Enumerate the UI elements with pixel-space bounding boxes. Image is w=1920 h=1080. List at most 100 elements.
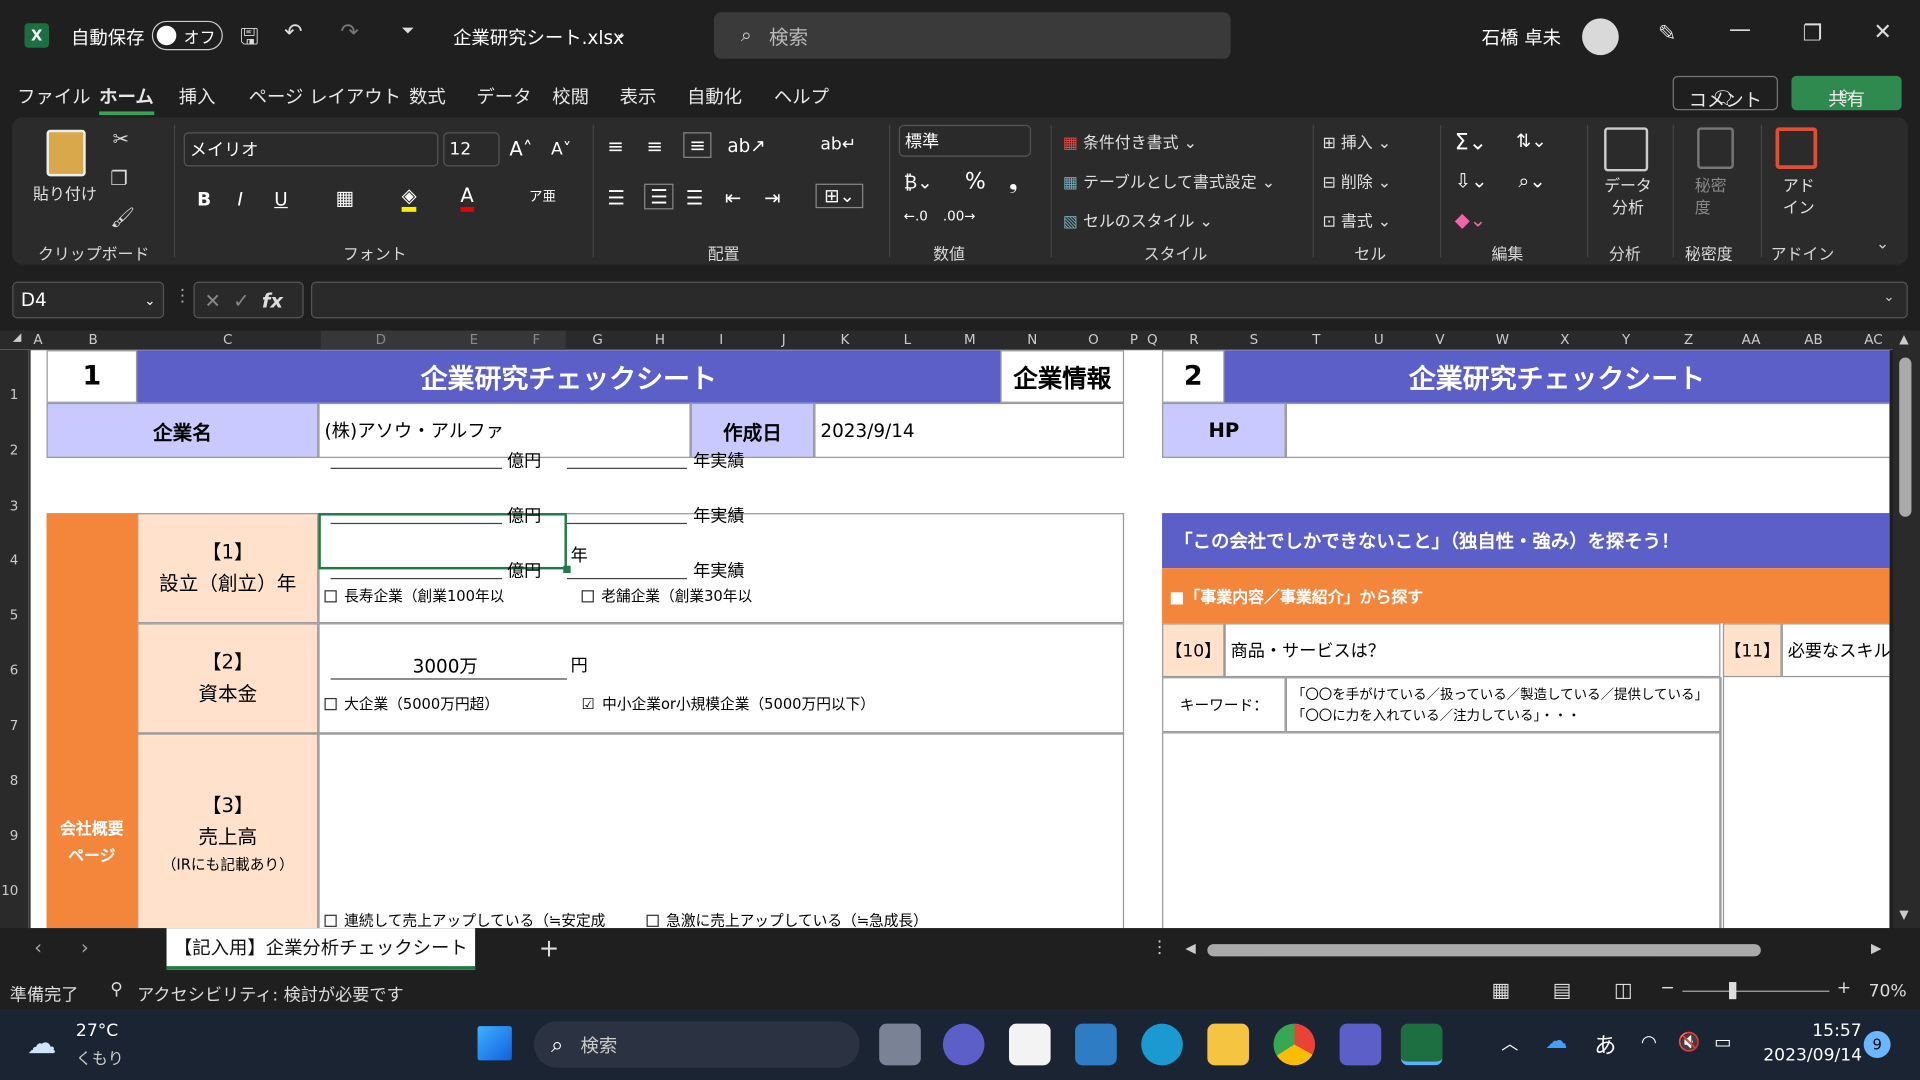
- align-right-icon[interactable]: ☰: [686, 186, 704, 209]
- q10-number[interactable]: 【10】: [1162, 623, 1225, 678]
- zoom-out-icon[interactable]: −: [1660, 978, 1674, 998]
- cancel-entry-icon[interactable]: ✕: [204, 288, 220, 311]
- prev-sheet-icon[interactable]: ‹: [34, 936, 42, 959]
- column-header[interactable]: AA: [1742, 332, 1761, 348]
- share-button[interactable]: ⇪ 共有 ⌄: [1791, 75, 1902, 111]
- accessibility-status[interactable]: アクセシビリティ: 検討が必要です: [137, 982, 404, 1006]
- row-header[interactable]: 7: [10, 718, 19, 734]
- addins-button[interactable]: アド イン: [1783, 176, 1815, 220]
- border-icon[interactable]: ▦: [336, 186, 355, 209]
- photos-icon[interactable]: [1075, 1023, 1117, 1066]
- indent-decrease-icon[interactable]: ⇤: [725, 186, 741, 209]
- store-icon[interactable]: [1008, 1023, 1051, 1066]
- column-header[interactable]: K: [840, 332, 849, 348]
- column-header[interactable]: X: [1560, 332, 1569, 348]
- row-header[interactable]: 3: [10, 498, 19, 514]
- format-table-button[interactable]: ▦ テーブルとして書式設定 ⌄: [1063, 169, 1275, 192]
- q10-question[interactable]: 商品・サービスは？: [1224, 623, 1721, 678]
- sheet-title-2[interactable]: 企業研究チェックシート: [1224, 350, 1890, 403]
- italic-icon[interactable]: I: [238, 189, 243, 211]
- chrome-icon[interactable]: [1273, 1023, 1316, 1066]
- autosave-toggle[interactable]: オフ: [151, 20, 223, 51]
- scroll-up-icon[interactable]: ▲: [1899, 333, 1908, 346]
- name-box[interactable]: D4 ⌄: [12, 281, 165, 319]
- old-company-option[interactable]: 老舗企業（創業30年以: [581, 585, 752, 606]
- battery-icon[interactable]: ▭: [1714, 1031, 1731, 1053]
- grow-font-icon[interactable]: A˄: [509, 137, 532, 160]
- underline-icon[interactable]: U: [274, 189, 287, 211]
- column-header[interactable]: M: [964, 332, 976, 348]
- column-header[interactable]: V: [1435, 332, 1444, 348]
- weather-icon[interactable]: ☁: [27, 1026, 56, 1060]
- sales-year-input[interactable]: [566, 577, 687, 580]
- fill-color-icon[interactable]: ◈: [401, 184, 417, 212]
- orientation-icon[interactable]: ab↗: [727, 135, 765, 157]
- sme-option[interactable]: ☑ 中小企業or小規模企業（5000万円以下）: [582, 693, 875, 714]
- stable-growth-checkbox[interactable]: [324, 914, 337, 927]
- volume-mute-icon[interactable]: 🔇: [1678, 1031, 1701, 1053]
- founding-year-label[interactable]: 【1】 設立（創立）年: [137, 513, 319, 624]
- column-header[interactable]: Z: [1684, 332, 1693, 348]
- percent-icon[interactable]: %: [965, 169, 986, 195]
- company-overview-section[interactable]: 会社概要 ページ: [46, 513, 138, 929]
- column-header[interactable]: I: [719, 332, 723, 348]
- paste-icon[interactable]: [46, 129, 86, 177]
- sales-year-input[interactable]: [566, 467, 687, 469]
- insert-cells-button[interactable]: ⊞ 挿入 ⌄: [1322, 130, 1391, 153]
- sensitivity-icon[interactable]: [1697, 127, 1734, 169]
- sales-amount-input[interactable]: [330, 467, 503, 469]
- clear-icon[interactable]: ◆⌄: [1455, 208, 1486, 231]
- column-header[interactable]: P: [1130, 332, 1138, 348]
- scroll-left-icon[interactable]: ◀: [1185, 940, 1195, 956]
- menu-data[interactable]: データ: [476, 83, 531, 109]
- undo-icon[interactable]: ↶: [284, 20, 302, 46]
- align-left-icon[interactable]: ☰: [607, 186, 625, 209]
- close-icon[interactable]: ✕: [1873, 20, 1891, 46]
- company-info-label[interactable]: 企業情報: [1000, 350, 1125, 403]
- comment-button[interactable]: 🗨 コメント: [1672, 75, 1778, 111]
- weather-temp[interactable]: 27°C: [76, 1021, 118, 1041]
- menu-file[interactable]: ファイル: [17, 83, 90, 109]
- search-box[interactable]: ⌕ 検索: [713, 12, 1231, 59]
- row-header[interactable]: 4: [10, 552, 19, 568]
- bold-icon[interactable]: B: [197, 189, 211, 211]
- column-header[interactable]: G: [592, 332, 602, 348]
- column-header[interactable]: A: [33, 332, 42, 348]
- keyword-label[interactable]: キーワード：: [1162, 677, 1286, 733]
- large-company-option[interactable]: 大企業（5000万円超）: [324, 693, 499, 714]
- q10-answer-area[interactable]: [1162, 732, 1721, 929]
- row-header[interactable]: 8: [10, 773, 19, 789]
- analyze-data-button[interactable]: データ 分析: [1604, 176, 1652, 220]
- row-header[interactable]: 5: [10, 607, 19, 623]
- scroll-down-icon[interactable]: ▼: [1899, 909, 1908, 922]
- column-header[interactable]: U: [1374, 332, 1384, 348]
- font-size-select[interactable]: 12: [443, 132, 500, 167]
- select-all-corner[interactable]: ◢: [13, 332, 21, 344]
- stable-growth-option[interactable]: 連続して売上アップしている（≒安定成: [324, 910, 605, 928]
- confirm-entry-icon[interactable]: ✓: [233, 288, 249, 311]
- zoom-in-icon[interactable]: +: [1837, 978, 1851, 998]
- column-header[interactable]: C: [223, 332, 232, 348]
- cut-icon[interactable]: ✂: [113, 127, 129, 150]
- column-header[interactable]: S: [1250, 332, 1259, 348]
- insert-function-icon[interactable]: fx: [262, 288, 283, 311]
- horizontal-scrollbar[interactable]: ◀ ▶: [1183, 940, 1891, 960]
- tray-chevron-icon[interactable]: ︿: [1501, 1031, 1518, 1055]
- tab-options-icon[interactable]: ⋮: [1151, 938, 1168, 958]
- column-header[interactable]: AB: [1804, 332, 1822, 348]
- merge-center-icon[interactable]: ⊞⌄: [815, 183, 864, 209]
- format-cells-button[interactable]: ⊡ 書式 ⌄: [1322, 208, 1391, 231]
- menu-home[interactable]: ホーム: [99, 83, 154, 116]
- task-view-icon[interactable]: [879, 1023, 921, 1066]
- sensitivity-button[interactable]: 秘密 度: [1695, 176, 1727, 220]
- avatar[interactable]: [1582, 18, 1619, 56]
- q11-number[interactable]: 【11】: [1722, 623, 1782, 678]
- capital-label[interactable]: 【2】 資本金: [137, 623, 319, 734]
- column-header[interactable]: B: [88, 332, 97, 348]
- row-header[interactable]: 9: [10, 828, 19, 844]
- menu-page-layout[interactable]: ページ レイアウト: [249, 83, 401, 109]
- clock-date[interactable]: 2023/09/14: [1763, 1046, 1862, 1066]
- uniqueness-banner[interactable]: 「この会社でしかできないこと」（独自性・強み）を探そう！: [1162, 513, 1890, 569]
- column-header[interactable]: O: [1088, 332, 1099, 348]
- start-icon[interactable]: [477, 1026, 512, 1061]
